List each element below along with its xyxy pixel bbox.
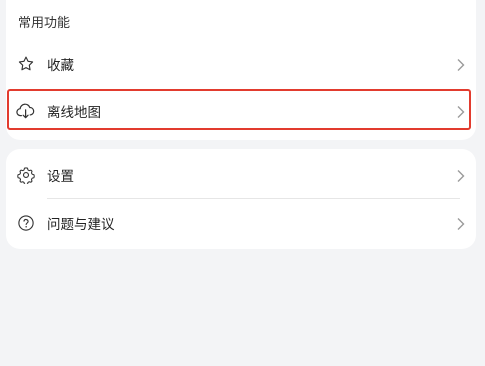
offline-maps-label: 离线地图: [47, 105, 101, 121]
settings-label: 设置: [47, 169, 74, 185]
chevron-right-icon: [456, 168, 466, 182]
favorites-row[interactable]: 收藏: [6, 44, 476, 84]
gear-icon: [16, 165, 36, 185]
cloud-download-icon: [16, 101, 36, 121]
feedback-row[interactable]: 问题与建议: [6, 203, 476, 243]
feedback-label: 问题与建议: [47, 217, 115, 233]
chevron-right-icon: [456, 57, 466, 71]
question-circle-icon: [16, 213, 36, 233]
divider: [47, 198, 460, 199]
offline-maps-row[interactable]: 离线地图: [6, 91, 476, 131]
favorites-label: 收藏: [47, 58, 74, 74]
settings-row[interactable]: 设置: [6, 155, 476, 195]
settings-card: 设置 问题与建议: [6, 149, 476, 249]
chevron-right-icon: [456, 216, 466, 230]
section-title: 常用功能: [18, 16, 71, 31]
chevron-right-icon: [456, 104, 466, 118]
common-functions-card: 常用功能 收藏 离线地图: [6, 0, 476, 140]
star-icon: [16, 54, 36, 74]
